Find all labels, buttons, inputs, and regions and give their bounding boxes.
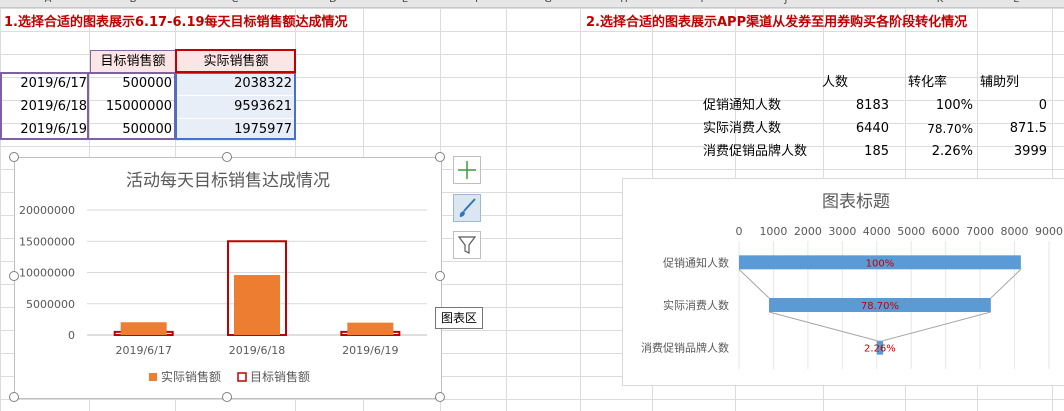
sales-chart-title[interactable]: 活动每天目标销售达成情况: [126, 171, 330, 191]
funnel-connector: [990, 268, 1022, 299]
legend-actual-label: 实际销售额: [161, 369, 221, 384]
col-header-e[interactable]: E: [395, 0, 415, 5]
x-tick-label: 7000: [966, 225, 994, 238]
x-tick-label: 6000: [932, 225, 960, 238]
category-label: 实际消费人数: [663, 298, 729, 312]
header-target-sales[interactable]: 目标销售额: [90, 50, 176, 74]
resize-handle-bm[interactable]: [222, 392, 232, 402]
chart-elements-button[interactable]: [453, 156, 481, 184]
funnel-connector: [738, 268, 770, 299]
resize-handle-mr[interactable]: [435, 271, 445, 281]
column-header-strip: A B C D E F G H I J K L: [0, 0, 1064, 8]
chart-area-sales[interactable]: 活动每天目标销售达成情况 0 5000000 10000000 15000000 200…: [14, 157, 442, 399]
range-highlight-target: [88, 72, 176, 140]
col-header-c[interactable]: C: [225, 0, 245, 5]
row-consume-helper[interactable]: 871.5: [977, 118, 1047, 140]
x-tick-label: 0: [736, 225, 743, 238]
row-brand-label[interactable]: 消费促销品牌人数: [703, 141, 823, 163]
range-highlight-actual: [175, 72, 296, 140]
resize-handle-ml[interactable]: [9, 271, 19, 281]
plus-icon: [458, 161, 476, 179]
bar-actual[interactable]: [347, 322, 394, 335]
chart-area-funnel[interactable]: 图表标题 0 1000 2000 3000 4000 5000 6000 7000 8000 90…: [622, 178, 1064, 386]
x-tick-label: 1000: [759, 225, 787, 238]
row-brand-helper[interactable]: 3999: [977, 141, 1047, 163]
x-tick-label: 2019/6/17: [115, 344, 171, 357]
funnel-data-label: 100%: [866, 258, 895, 269]
range-highlight-dates: [0, 72, 89, 140]
x-tick-label: 9000: [1035, 225, 1063, 238]
col-header-f[interactable]: F: [468, 0, 488, 5]
resize-handle-br[interactable]: [435, 392, 445, 402]
funnel-connector: [768, 311, 877, 342]
chart-filters-button[interactable]: [453, 231, 481, 259]
y-tick-label: 10000000: [19, 267, 75, 280]
col-header-d[interactable]: D: [323, 0, 343, 5]
row-brand-rate[interactable]: 2.26%: [905, 141, 973, 163]
resize-handle-tr[interactable]: [435, 152, 445, 162]
row-consume-rate[interactable]: 78.70%: [905, 118, 973, 140]
x-tick-label: 3000: [828, 225, 856, 238]
sales-chart-legend[interactable]: 实际销售额 目标销售额: [149, 369, 310, 384]
funnel-chart-title[interactable]: 图表标题: [822, 192, 890, 212]
x-tick-label: 2000: [794, 225, 822, 238]
sales-chart-svg: 活动每天目标销售达成情况 0 5000000 10000000 15000000 200…: [19, 171, 427, 384]
col-header-h[interactable]: H: [614, 0, 634, 5]
header-helper[interactable]: 辅助列: [980, 72, 1050, 94]
brush-icon: [459, 198, 476, 217]
col-header-g[interactable]: G: [538, 0, 558, 5]
col-header-b[interactable]: B: [123, 0, 143, 5]
y-tick-label: 5000000: [26, 298, 75, 311]
row-notify-helper[interactable]: 0: [977, 95, 1047, 117]
category-label: 促销通知人数: [663, 255, 729, 269]
row-notify-rate[interactable]: 100%: [905, 95, 973, 117]
header-rate[interactable]: 转化率: [908, 72, 974, 94]
col-header-a[interactable]: A: [38, 0, 58, 5]
bar-actual[interactable]: [234, 275, 280, 335]
funnel-data-label: 2.26%: [864, 344, 896, 355]
row-brand-count[interactable]: 185: [823, 141, 889, 163]
resize-handle-tm[interactable]: [222, 152, 232, 162]
y-tick-label: 0: [68, 329, 75, 342]
y-tick-label: 20000000: [19, 204, 75, 217]
x-tick-label: 2019/6/18: [229, 344, 285, 357]
header-count[interactable]: 人数: [822, 72, 902, 94]
funnel-connector: [882, 311, 991, 342]
chart-styles-button[interactable]: [453, 194, 481, 222]
legend-target-swatch: [237, 372, 247, 382]
legend-target-label: 目标销售额: [250, 369, 310, 384]
legend-actual-swatch: [149, 373, 157, 381]
range-highlight-header: [175, 49, 296, 73]
filter-icon: [457, 236, 477, 254]
x-tick-label: 2019/6/19: [342, 344, 398, 357]
category-label: 消费促销品牌人数: [641, 341, 729, 355]
chart-area-tooltip: 图表区: [435, 307, 484, 329]
resize-handle-tl[interactable]: [9, 152, 19, 162]
col-header-j[interactable]: J: [776, 0, 796, 5]
y-tick-label: 15000000: [19, 235, 75, 248]
row-consume-label[interactable]: 实际消费人数: [703, 118, 823, 140]
task2-title[interactable]: 2.选择合适的图表展示APP渠道从发券至用券购买各阶段转化情况: [586, 11, 967, 30]
col-header-i[interactable]: I: [692, 0, 712, 5]
row-consume-count[interactable]: 6440: [823, 118, 889, 140]
x-tick-label: 8000: [1001, 225, 1029, 238]
resize-handle-bl[interactable]: [9, 392, 19, 402]
funnel-chart-svg: 图表标题 0 1000 2000 3000 4000 5000 6000 7000 8000 90…: [641, 192, 1063, 369]
row-notify-count[interactable]: 8183: [823, 95, 889, 117]
col-header-l[interactable]: L: [1006, 0, 1026, 5]
row-notify-label[interactable]: 促销通知人数: [703, 95, 823, 117]
col-header-k[interactable]: K: [930, 0, 950, 5]
bar-actual[interactable]: [120, 322, 167, 335]
funnel-data-label: 78.70%: [861, 301, 899, 312]
x-tick-label: 4000: [863, 225, 891, 238]
task1-title[interactable]: 1.选择合适的图表展示6.17-6.19每天目标销售额达成情况: [4, 11, 348, 30]
x-tick-label: 5000: [897, 225, 925, 238]
